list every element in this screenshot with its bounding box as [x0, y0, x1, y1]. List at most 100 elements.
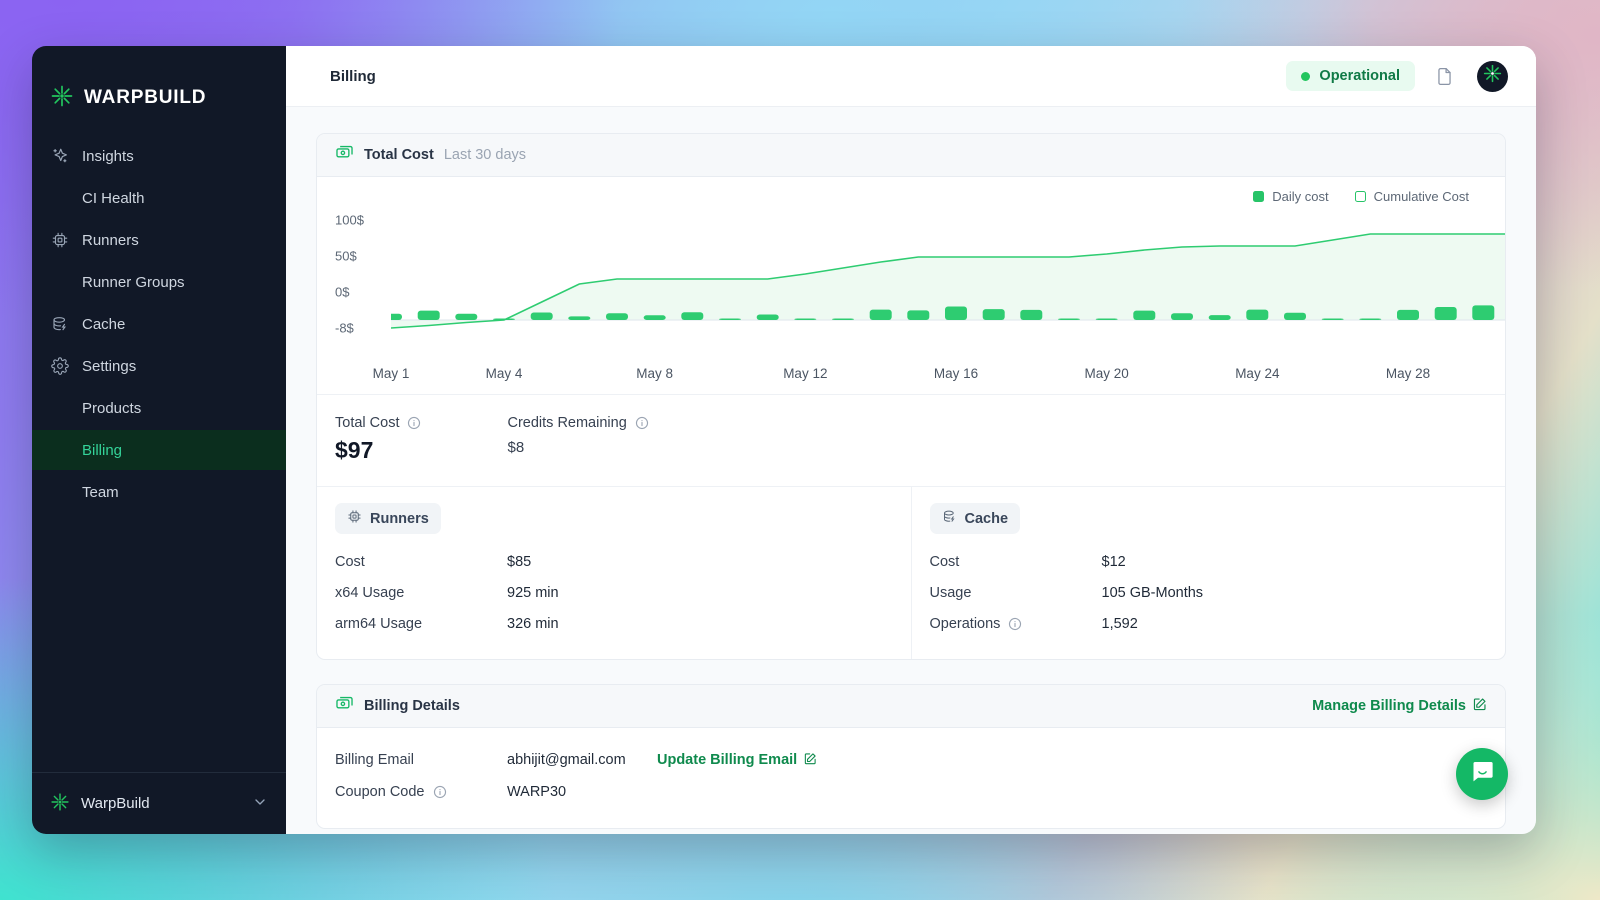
billing-email-value: abhijit@gmail.com [507, 752, 657, 768]
database-icon [50, 315, 69, 334]
org-name: WarpBuild [81, 795, 150, 812]
chart-bar[interactable] [531, 313, 553, 321]
sparkle-icon [50, 147, 69, 166]
sidebar-item-label: CI Health [82, 190, 145, 207]
credits-summary-label-row: Credits Remaining [507, 415, 648, 431]
billing-details-title: Billing Details [364, 698, 460, 714]
table-row: Cost $12 [930, 546, 1488, 577]
sidebar-item-ci-health[interactable]: CI Health [32, 178, 286, 218]
sidebar-item-runners[interactable]: Runners [32, 220, 286, 260]
x-tick-label: May 4 [486, 366, 523, 381]
coupon-code-value: WARP30 [507, 784, 657, 800]
sidebar-item-settings[interactable]: Settings [32, 346, 286, 386]
row-value: 326 min [507, 616, 559, 632]
total-cost-card-title: Total Cost [364, 147, 434, 163]
legend-item-daily-cost[interactable]: Daily cost [1253, 189, 1328, 204]
page-title: Billing [330, 68, 376, 85]
chart-bar[interactable] [1058, 319, 1080, 321]
chart-bar[interactable] [681, 312, 703, 320]
brand-name: WARPBUILD [84, 87, 206, 109]
row-value: $85 [507, 554, 531, 570]
update-billing-email-label: Update Billing Email [657, 752, 797, 768]
legend-label: Cumulative Cost [1374, 189, 1469, 204]
update-billing-email-link[interactable]: Update Billing Email [657, 752, 817, 769]
chart-bar[interactable] [1322, 319, 1344, 321]
usage-details: Runners Cost $85 x64 Usage 925 min arm64… [317, 486, 1505, 659]
info-icon[interactable] [1008, 617, 1022, 631]
warpbuild-avatar-icon [1482, 63, 1503, 89]
sidebar-item-runner-groups[interactable]: Runner Groups [32, 262, 286, 302]
chart-bar[interactable] [1284, 313, 1306, 320]
page-content: Total Cost Last 30 days Daily cost Cumul… [286, 107, 1536, 834]
cache-details: Cache Cost $12 Usage 105 GB-Months [911, 487, 1506, 659]
coupon-code-row: Coupon Code WARP30 [335, 776, 1487, 808]
sidebar-item-insights[interactable]: Insights [32, 136, 286, 176]
status-badge[interactable]: Operational [1286, 61, 1415, 91]
table-row: x64 Usage 925 min [335, 577, 893, 608]
document-icon[interactable] [1429, 61, 1459, 91]
sidebar-item-products[interactable]: Products [32, 388, 286, 428]
chart-bar[interactable] [1435, 307, 1457, 320]
chart-bar[interactable] [794, 319, 816, 321]
y-tick-label: 100$ [335, 213, 364, 228]
chart-bar[interactable] [644, 315, 666, 320]
chart-bar[interactable] [1020, 310, 1042, 320]
chart-bar[interactable] [418, 311, 440, 320]
org-switcher[interactable]: WarpBuild [32, 772, 286, 834]
chart-bar[interactable] [455, 314, 477, 320]
manage-billing-details-link[interactable]: Manage Billing Details [1312, 697, 1487, 715]
status-label: Operational [1319, 68, 1400, 84]
row-key: x64 Usage [335, 585, 507, 601]
billing-email-label: Billing Email [335, 752, 507, 768]
x-tick-label: May 8 [636, 366, 673, 381]
info-icon[interactable] [635, 416, 649, 430]
sidebar-item-billing[interactable]: Billing [32, 430, 286, 470]
main-area: Billing Operational [286, 46, 1536, 834]
y-tick-label: 50$ [335, 249, 357, 264]
row-key: Usage [930, 585, 1102, 601]
sidebar-item-label: Products [82, 400, 141, 417]
chart-bar[interactable] [1133, 311, 1155, 320]
row-key-label: Operations [930, 616, 1001, 632]
chevron-down-icon[interactable] [252, 794, 268, 814]
chart-bar[interactable] [945, 307, 967, 321]
total-cost-summary-value: $97 [335, 437, 421, 464]
legend-item-cumulative-cost[interactable]: Cumulative Cost [1355, 189, 1469, 204]
total-cost-chart: Daily cost Cumulative Cost 100$ 50$ 0$ -… [317, 177, 1505, 394]
chart-bar[interactable] [391, 314, 402, 320]
sidebar-item-team[interactable]: Team [32, 472, 286, 512]
info-icon[interactable] [433, 785, 447, 799]
credits-summary-label: Credits Remaining [507, 415, 626, 431]
chart-bar[interactable] [1209, 315, 1231, 320]
brand[interactable]: WARPBUILD [32, 46, 286, 120]
chart-bar[interactable] [719, 319, 741, 321]
chart-bar[interactable] [1359, 319, 1381, 321]
y-tick-label: -8$ [335, 321, 354, 336]
chart-bar[interactable] [983, 309, 1005, 320]
row-value: $12 [1102, 554, 1126, 570]
chart-bar[interactable] [606, 313, 628, 320]
chart-bar[interactable] [1472, 305, 1494, 320]
sidebar-item-cache[interactable]: Cache [32, 304, 286, 344]
chat-launcher-button[interactable] [1456, 748, 1508, 800]
table-row: Usage 105 GB-Months [930, 577, 1488, 608]
chart-bar[interactable] [568, 316, 590, 320]
chart-bar[interactable] [1397, 310, 1419, 320]
chart-bar[interactable] [757, 315, 779, 321]
billing-details-card: Billing Details Manage Billing Details B… [316, 684, 1506, 829]
chart-bar[interactable] [907, 310, 929, 320]
chart-bar[interactable] [1096, 319, 1118, 321]
cost-summary: Total Cost $97 Credits Remaining [317, 394, 1505, 486]
chart-bar[interactable] [832, 319, 854, 321]
coupon-code-label: Coupon Code [335, 784, 425, 800]
credits-summary-value: $8 [507, 439, 648, 456]
row-key: arm64 Usage [335, 616, 507, 632]
chart-bar[interactable] [870, 310, 892, 320]
chart-bar[interactable] [1171, 313, 1193, 320]
avatar[interactable] [1477, 61, 1508, 92]
table-row: Operations 1,592 [930, 608, 1488, 639]
chart-x-axis: May 1May 4May 8May 12May 16May 20May 24M… [335, 364, 1487, 388]
chart-bar[interactable] [1246, 310, 1268, 320]
info-icon[interactable] [407, 416, 421, 430]
billing-details-body: Billing Email abhijit@gmail.com Update B… [317, 728, 1505, 828]
